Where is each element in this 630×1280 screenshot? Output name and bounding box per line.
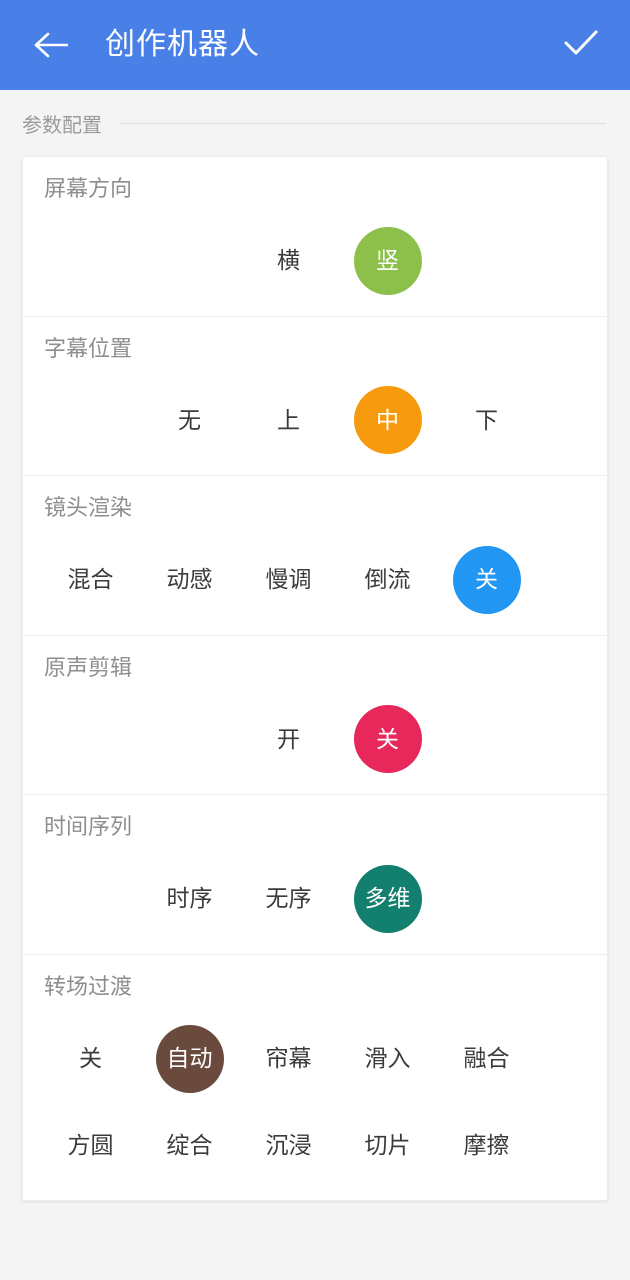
settings-card: 屏幕方向横竖字幕位置无上中下镜头渲染 混合 动感 慢调 倒流关原声剪辑开关时间序列 时序无… [22, 156, 608, 1201]
setting-section: 时间序列 时序 无序 多维 [23, 794, 607, 954]
option-spacer [41, 386, 140, 454]
section-title: 字幕位置 [44, 335, 133, 361]
confirm-button[interactable] [558, 22, 604, 68]
section-title: 原声剪辑 [44, 654, 133, 680]
options-row: 横竖 [41, 210, 589, 312]
option-spacer [41, 227, 140, 295]
option[interactable]: 上 [239, 386, 338, 454]
option-spacer [41, 865, 140, 933]
option-spacer [140, 227, 239, 295]
option[interactable]: 无 [140, 386, 239, 454]
section-title: 时间序列 [44, 814, 133, 840]
arrow-left-icon [34, 31, 68, 59]
option[interactable]: 动感 [140, 546, 239, 614]
options-row: 方圆 绽合 沉浸 切片 摩擦 [41, 1096, 589, 1196]
option[interactable]: 倒流 [338, 546, 437, 614]
option[interactable]: 切片 [338, 1112, 437, 1180]
option-selected[interactable]: 竖 [353, 226, 422, 295]
option[interactable]: 慢调 [239, 546, 338, 614]
setting-section: 转场过渡关自动 帘幕 滑入 融合 方圆 绽合 沉浸 切片 摩擦 [23, 953, 607, 1200]
setting-section: 镜头渲染混合 动感 慢调 倒流关 [23, 475, 607, 635]
check-icon [563, 28, 599, 63]
setting-section: 字幕位置无上中下 [23, 315, 607, 476]
options-row: 无上中下 [41, 369, 589, 471]
setting-section: 屏幕方向横竖 [23, 157, 607, 316]
option-selected[interactable]: 多维 [353, 864, 422, 933]
options-row: 时序 无序 多维 [41, 848, 589, 950]
option[interactable]: 帘幕 [239, 1025, 338, 1093]
section-title: 屏幕方向 [44, 176, 133, 201]
option[interactable]: 下 [437, 386, 536, 454]
option-selected[interactable]: 自动 [155, 1024, 224, 1093]
option[interactable]: 横 [239, 227, 338, 295]
setting-section: 原声剪辑开关 [23, 634, 607, 795]
options-row: 开关 [41, 688, 589, 790]
section-title: 转场过渡 [44, 973, 133, 999]
options-row: 混合 动感 慢调 倒流关 [41, 529, 589, 631]
option-spacer [140, 705, 239, 773]
option-selected[interactable]: 中 [353, 386, 422, 455]
option[interactable]: 摩擦 [437, 1112, 536, 1180]
option[interactable]: 绽合 [140, 1112, 239, 1180]
option[interactable]: 方圆 [41, 1112, 140, 1180]
option[interactable]: 混合 [41, 546, 140, 614]
option[interactable]: 融合 [437, 1025, 536, 1093]
option[interactable]: 滑入 [338, 1025, 437, 1093]
group-label: 参数配置 [22, 114, 102, 137]
group-header: 参数配置 [0, 90, 630, 156]
option-selected[interactable]: 关 [452, 545, 521, 614]
page-title: 创作机器人 [105, 28, 260, 61]
app-bar: 创作机器人 [0, 0, 630, 90]
option[interactable]: 沉浸 [239, 1112, 338, 1180]
section-title: 镜头渲染 [44, 495, 133, 521]
option[interactable]: 无序 [239, 865, 338, 933]
options-row: 关自动 帘幕 滑入 融合 [41, 1008, 589, 1110]
option-selected[interactable]: 关 [353, 705, 422, 774]
group-divider [120, 122, 606, 124]
option[interactable]: 开 [239, 705, 338, 773]
option-spacer [41, 705, 140, 773]
option[interactable]: 关 [41, 1025, 140, 1093]
option[interactable]: 时序 [140, 865, 239, 933]
back-button[interactable] [28, 22, 74, 68]
